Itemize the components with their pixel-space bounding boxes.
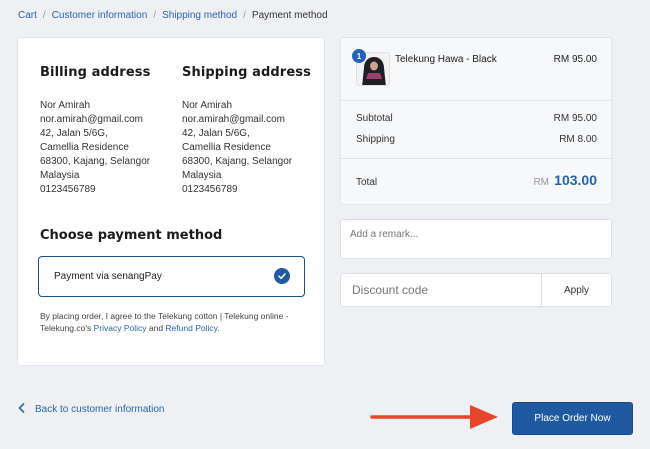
- chevron-left-icon: [18, 403, 25, 416]
- remark-input[interactable]: [340, 219, 612, 259]
- total-label: Total: [356, 177, 378, 188]
- policy-suffix: .: [217, 323, 220, 333]
- checkout-details-card: Billing address Nor Amirah nor.amirah@gm…: [17, 37, 325, 366]
- breadcrumb-shipping-method[interactable]: Shipping method: [162, 10, 237, 21]
- subtotal-label: Subtotal: [356, 113, 393, 124]
- billing-city: 68300, Kajang, Selangor: [40, 156, 151, 167]
- divider: [341, 100, 611, 101]
- shipping-residence: Camellia Residence: [182, 142, 271, 153]
- product-price: RM 95.00: [553, 54, 597, 65]
- place-order-button[interactable]: Place Order Now: [512, 402, 633, 435]
- refund-policy-link[interactable]: Refund Policy: [165, 323, 217, 333]
- shipping-value: RM 8.00: [559, 134, 597, 145]
- shipping-country: Malaysia: [182, 170, 222, 181]
- arrow-right-icon: [370, 405, 498, 429]
- billing-address-title: Billing address: [40, 65, 151, 80]
- breadcrumb: Cart / Customer information / Shipping m…: [18, 10, 328, 21]
- shipping-email: nor.amirah@gmail.com: [182, 114, 285, 125]
- divider: [341, 158, 611, 159]
- billing-name: Nor Amirah: [40, 100, 91, 111]
- shipping-label: Shipping: [356, 134, 395, 145]
- shipping-street: 42, Jalan 5/6G,: [182, 128, 250, 139]
- subtotal-value: RM 95.00: [553, 113, 597, 124]
- payment-option-label: Payment via senangPay: [54, 271, 162, 282]
- shipping-city: 68300, Kajang, Selangor: [182, 156, 293, 167]
- policy-text: By placing order, I agree to the Telekun…: [40, 310, 310, 334]
- back-link-label: Back to customer information: [35, 404, 165, 415]
- shipping-name: Nor Amirah: [182, 100, 233, 111]
- breadcrumb-separator: /: [42, 10, 46, 21]
- breadcrumb-separator: /: [243, 10, 246, 21]
- breadcrumb-payment-method: Payment method: [251, 10, 328, 21]
- shipping-address: Shipping address Nor Amirah nor.amirah@g…: [182, 65, 327, 197]
- billing-address: Billing address Nor Amirah nor.amirah@gm…: [40, 65, 185, 197]
- billing-street: 42, Jalan 5/6G,: [40, 128, 108, 139]
- total-currency: RM: [533, 177, 549, 188]
- shipping-address-title: Shipping address: [182, 65, 311, 80]
- breadcrumb-cart[interactable]: Cart: [18, 10, 37, 21]
- product-name: Telekung Hawa - Black: [395, 54, 497, 65]
- order-summary: 1 Telekung Hawa - Black RM 95.00 Subtota…: [340, 37, 612, 205]
- discount-code-input[interactable]: [341, 274, 541, 306]
- quantity-badge: 1: [352, 49, 366, 63]
- breadcrumb-separator: /: [153, 10, 157, 21]
- shipping-phone: 0123456789: [182, 184, 238, 195]
- privacy-policy-link[interactable]: Privacy Policy: [94, 323, 147, 333]
- payment-option-senangpay[interactable]: Payment via senangPay: [38, 256, 305, 297]
- billing-phone: 0123456789: [40, 184, 96, 195]
- payment-method-title: Choose payment method: [40, 228, 223, 243]
- total-amount: 103.00: [554, 172, 597, 188]
- back-to-customer-information-link[interactable]: Back to customer information: [18, 403, 165, 416]
- discount-code-form: Apply: [340, 273, 612, 307]
- breadcrumb-customer-information[interactable]: Customer information: [52, 10, 148, 21]
- check-circle-icon: [274, 268, 290, 284]
- apply-discount-button[interactable]: Apply: [541, 274, 611, 306]
- billing-country: Malaysia: [40, 170, 80, 181]
- billing-email: nor.amirah@gmail.com: [40, 114, 143, 125]
- billing-residence: Camellia Residence: [40, 142, 129, 153]
- policy-and: and: [146, 323, 166, 333]
